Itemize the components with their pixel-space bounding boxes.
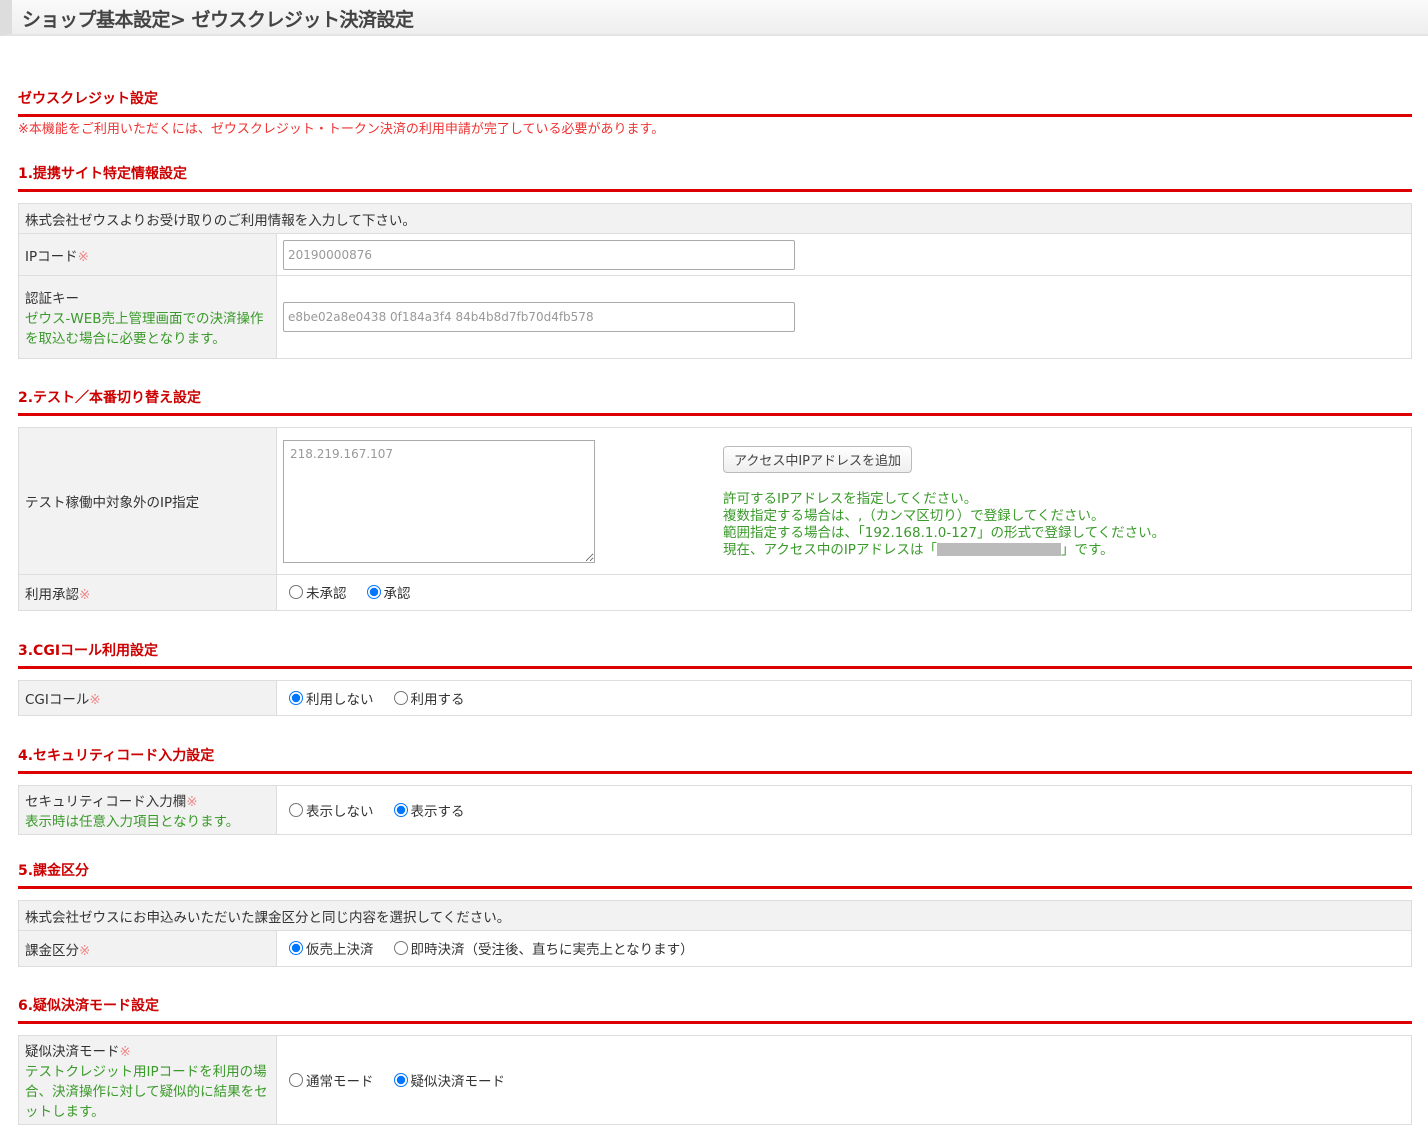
pseudo-mode-label: 疑似決済モード※ テストクレジット用IPコードを利用の場合、決済操作に対して疑似的… xyxy=(18,1035,277,1125)
main-title: ゼウスクレジット設定 xyxy=(18,88,1412,117)
radio-show[interactable]: 表示する xyxy=(393,800,465,820)
radio-unapproved[interactable]: 未承認 xyxy=(289,582,347,602)
billing-table: 株式会社ゼウスにお申込みいただいた課金区分と同じ内容を選択してください。 課金区… xyxy=(18,900,1412,967)
radio-cgi-on[interactable]: 利用する xyxy=(393,688,465,708)
section-3: 3.CGIコール利用設定 xyxy=(18,640,1412,669)
main-section: ゼウスクレジット設定 ※本機能をご利用いただくには、ゼウスクレジット・トークン決… xyxy=(18,88,1412,137)
add-current-ip-button[interactable]: アクセス中IPアドレスを追加 xyxy=(723,445,913,473)
redacted-ip xyxy=(936,543,1061,556)
section-6: 6.疑似決済モード設定 xyxy=(18,995,1412,1024)
exclude-ip-textarea[interactable]: 218.219.167.107 xyxy=(283,439,595,563)
radio-normal-mode[interactable]: 通常モード xyxy=(289,1070,374,1090)
site-info-table: 株式会社ゼウスよりお受け取りのご利用情報を入力して下さい。 IPコード※ 認証キ… xyxy=(18,203,1412,359)
notice: ※本機能をご利用いただくには、ゼウスクレジット・トークン決済の利用申請が完了して… xyxy=(18,122,665,137)
auth-key-input[interactable] xyxy=(283,302,795,332)
radio-cgi-off[interactable]: 利用しない xyxy=(289,688,374,708)
page-header: ショップ基本設定> ゼウスクレジット決済設定 xyxy=(0,0,1428,36)
section-title: 4.セキュリティコード入力設定 xyxy=(18,745,1412,774)
ip-help: 許可するIPアドレスを指定してください。 複数指定する場合は、,（カンマ区切り）で… xyxy=(723,490,1166,558)
pseudo-mode-table: 疑似決済モード※ テストクレジット用IPコードを利用の場合、決済操作に対して疑似的… xyxy=(18,1035,1412,1125)
billing-label: 課金区分※ xyxy=(18,930,277,967)
cgi-label: CGIコール※ xyxy=(18,680,277,716)
section-title: 2.テスト／本番切り替え設定 xyxy=(18,387,1412,416)
page-title: ショップ基本設定> ゼウスクレジット決済設定 xyxy=(22,9,414,31)
intro-text: 株式会社ゼウスよりお受け取りのご利用情報を入力して下さい。 xyxy=(18,203,1412,234)
test-mode-table: テスト稼働中対象外のIP指定 218.219.167.107 アクセス中IPアド… xyxy=(18,427,1412,611)
ip-code-label: IPコード※ xyxy=(18,233,277,276)
section-2: 2.テスト／本番切り替え設定 xyxy=(18,387,1412,416)
cgi-table: CGIコール※ 利用しない 利用する xyxy=(18,680,1412,716)
radio-pseudo-mode[interactable]: 疑似決済モード xyxy=(393,1070,505,1090)
section-title: 6.疑似決済モード設定 xyxy=(18,995,1412,1024)
radio-approved[interactable]: 承認 xyxy=(366,582,411,602)
section-title: 5.課金区分 xyxy=(18,860,1412,889)
approve-label: 利用承認※ xyxy=(18,574,277,611)
section-1: 1.提携サイト特定情報設定 xyxy=(18,163,1412,192)
intro-text: 株式会社ゼウスにお申込みいただいた課金区分と同じ内容を選択してください。 xyxy=(18,900,1412,931)
radio-provisional[interactable]: 仮売上決済 xyxy=(289,938,374,958)
security-code-label: セキュリティコード入力欄※ 表示時は任意入力項目となります。 xyxy=(18,785,277,835)
section-title: 3.CGIコール利用設定 xyxy=(18,640,1412,669)
section-4: 4.セキュリティコード入力設定 xyxy=(18,745,1412,774)
radio-immediate[interactable]: 即時決済（受注後、直ちに実売上となります） xyxy=(393,938,694,958)
radio-hide[interactable]: 表示しない xyxy=(289,800,374,820)
exclude-ip-label: テスト稼働中対象外のIP指定 xyxy=(18,427,277,575)
auth-key-label: 認証キー ゼウス-WEB売上管理画面での決済操作を取込む場合に必要となります。 xyxy=(18,275,277,359)
ip-code-input[interactable] xyxy=(283,239,795,270)
security-code-table: セキュリティコード入力欄※ 表示時は任意入力項目となります。 表示しない 表示する xyxy=(18,785,1412,835)
section-title: 1.提携サイト特定情報設定 xyxy=(18,163,1412,192)
section-5: 5.課金区分 xyxy=(18,860,1412,889)
